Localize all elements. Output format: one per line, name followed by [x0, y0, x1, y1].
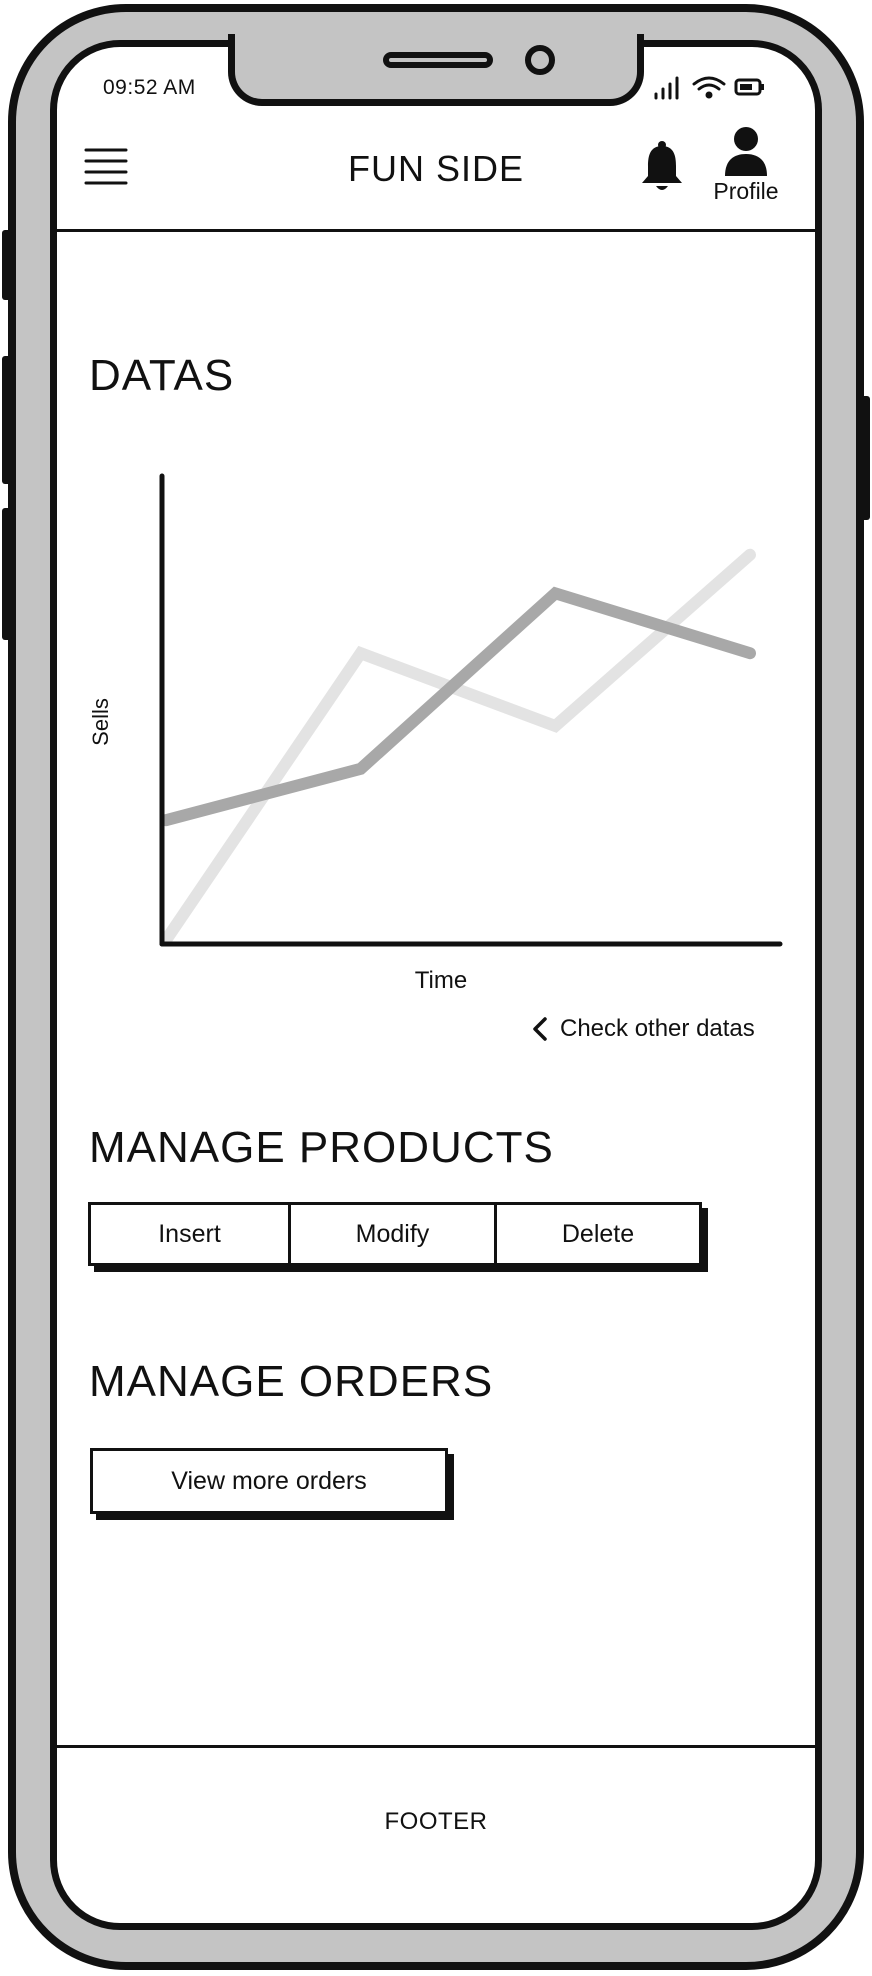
insert-button[interactable]: Insert [91, 1205, 288, 1263]
modify-button[interactable]: Modify [288, 1205, 494, 1263]
mute-switch [2, 230, 12, 300]
profile-label: Profile [713, 178, 779, 204]
status-time: 09:52 AM [103, 76, 196, 99]
wifi-icon [692, 76, 726, 99]
footer-divider [57, 1745, 815, 1748]
profile-button[interactable]: Profile [702, 126, 790, 204]
x-axis-label: Time [415, 967, 467, 994]
front-camera [525, 45, 555, 75]
hamburger-menu-icon[interactable] [84, 146, 128, 190]
product-actions-group: Insert Modify Delete [88, 1202, 702, 1266]
phone-notch [228, 34, 644, 106]
delete-button[interactable]: Delete [494, 1205, 699, 1263]
signal-icon [654, 76, 679, 100]
bell-icon[interactable] [638, 140, 686, 194]
manage-orders-title: MANAGE ORDERS [89, 1357, 494, 1406]
check-other-datas-link[interactable]: Check other datas [530, 1014, 790, 1044]
footer-text: FOOTER [384, 1808, 488, 1835]
status-icons [654, 76, 764, 100]
chevron-left-icon [533, 1017, 547, 1041]
view-more-orders-button[interactable]: View more orders [90, 1448, 448, 1514]
sales-line-chart: Time Sells [88, 473, 783, 994]
manage-products-title: MANAGE PRODUCTS [89, 1123, 554, 1172]
datas-section-title: DATAS [89, 351, 235, 400]
speaker-grille [383, 52, 493, 68]
series-line-2 [160, 586, 756, 827]
app-title: FUN SIDE [347, 148, 524, 189]
volume-up-button [2, 356, 12, 484]
y-axis-label: Sells [88, 698, 113, 746]
header-divider [57, 229, 815, 232]
battery-icon [734, 78, 764, 96]
volume-down-button [2, 508, 12, 640]
power-button [860, 396, 870, 520]
check-other-datas-label: Check other datas [560, 1015, 755, 1042]
user-avatar-icon [725, 127, 767, 176]
series-line-1 [160, 548, 756, 946]
